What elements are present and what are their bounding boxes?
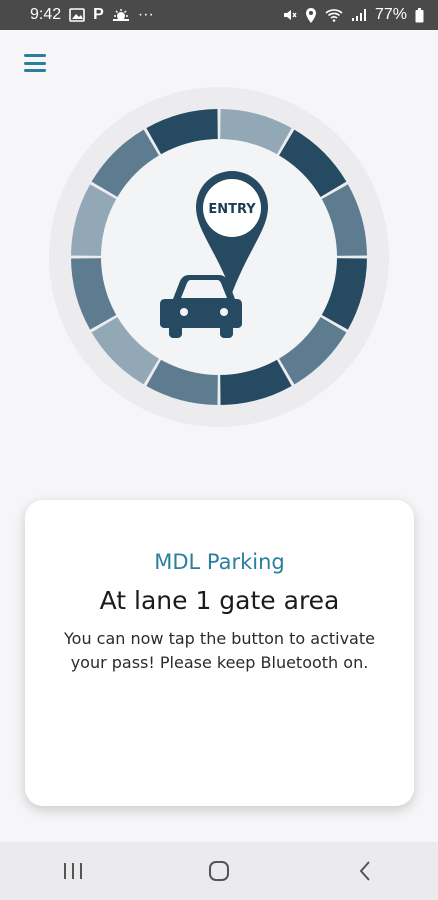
back-icon[interactable] xyxy=(335,851,395,891)
mute-icon xyxy=(283,8,297,22)
app-screen: ENTRY MDL Parking At lane 1 gate area Yo… xyxy=(0,30,438,842)
status-right: 77% xyxy=(283,6,424,24)
status-message: You can now tap the button to activate y… xyxy=(64,629,375,672)
entry-gauge: ENTRY xyxy=(49,87,389,427)
system-nav-bar xyxy=(0,842,438,900)
home-icon[interactable] xyxy=(189,851,249,891)
status-bar: 9:42 P ··· 77% xyxy=(0,0,438,30)
signal-icon xyxy=(351,8,367,22)
hamburger-menu-icon[interactable] xyxy=(22,50,48,76)
parking-icon: P xyxy=(93,6,104,23)
image-icon xyxy=(69,8,85,22)
entry-label: ENTRY xyxy=(208,202,256,217)
battery-icon xyxy=(415,7,424,23)
status-time: 9:42 xyxy=(30,6,62,23)
more-icon: ··· xyxy=(137,6,154,23)
weather-icon xyxy=(112,8,130,22)
wifi-icon xyxy=(325,8,343,22)
battery-level: 77% xyxy=(374,6,407,23)
gauge-graphic: ENTRY xyxy=(49,87,389,427)
parking-location-name: MDL Parking xyxy=(154,550,285,574)
recent-apps-icon[interactable] xyxy=(43,851,103,891)
status-card[interactable]: MDL Parking At lane 1 gate area You can … xyxy=(25,500,414,806)
status-left: 9:42 P ··· xyxy=(30,6,154,24)
location-icon xyxy=(305,7,317,23)
status-title: At lane 1 gate area xyxy=(99,586,340,615)
